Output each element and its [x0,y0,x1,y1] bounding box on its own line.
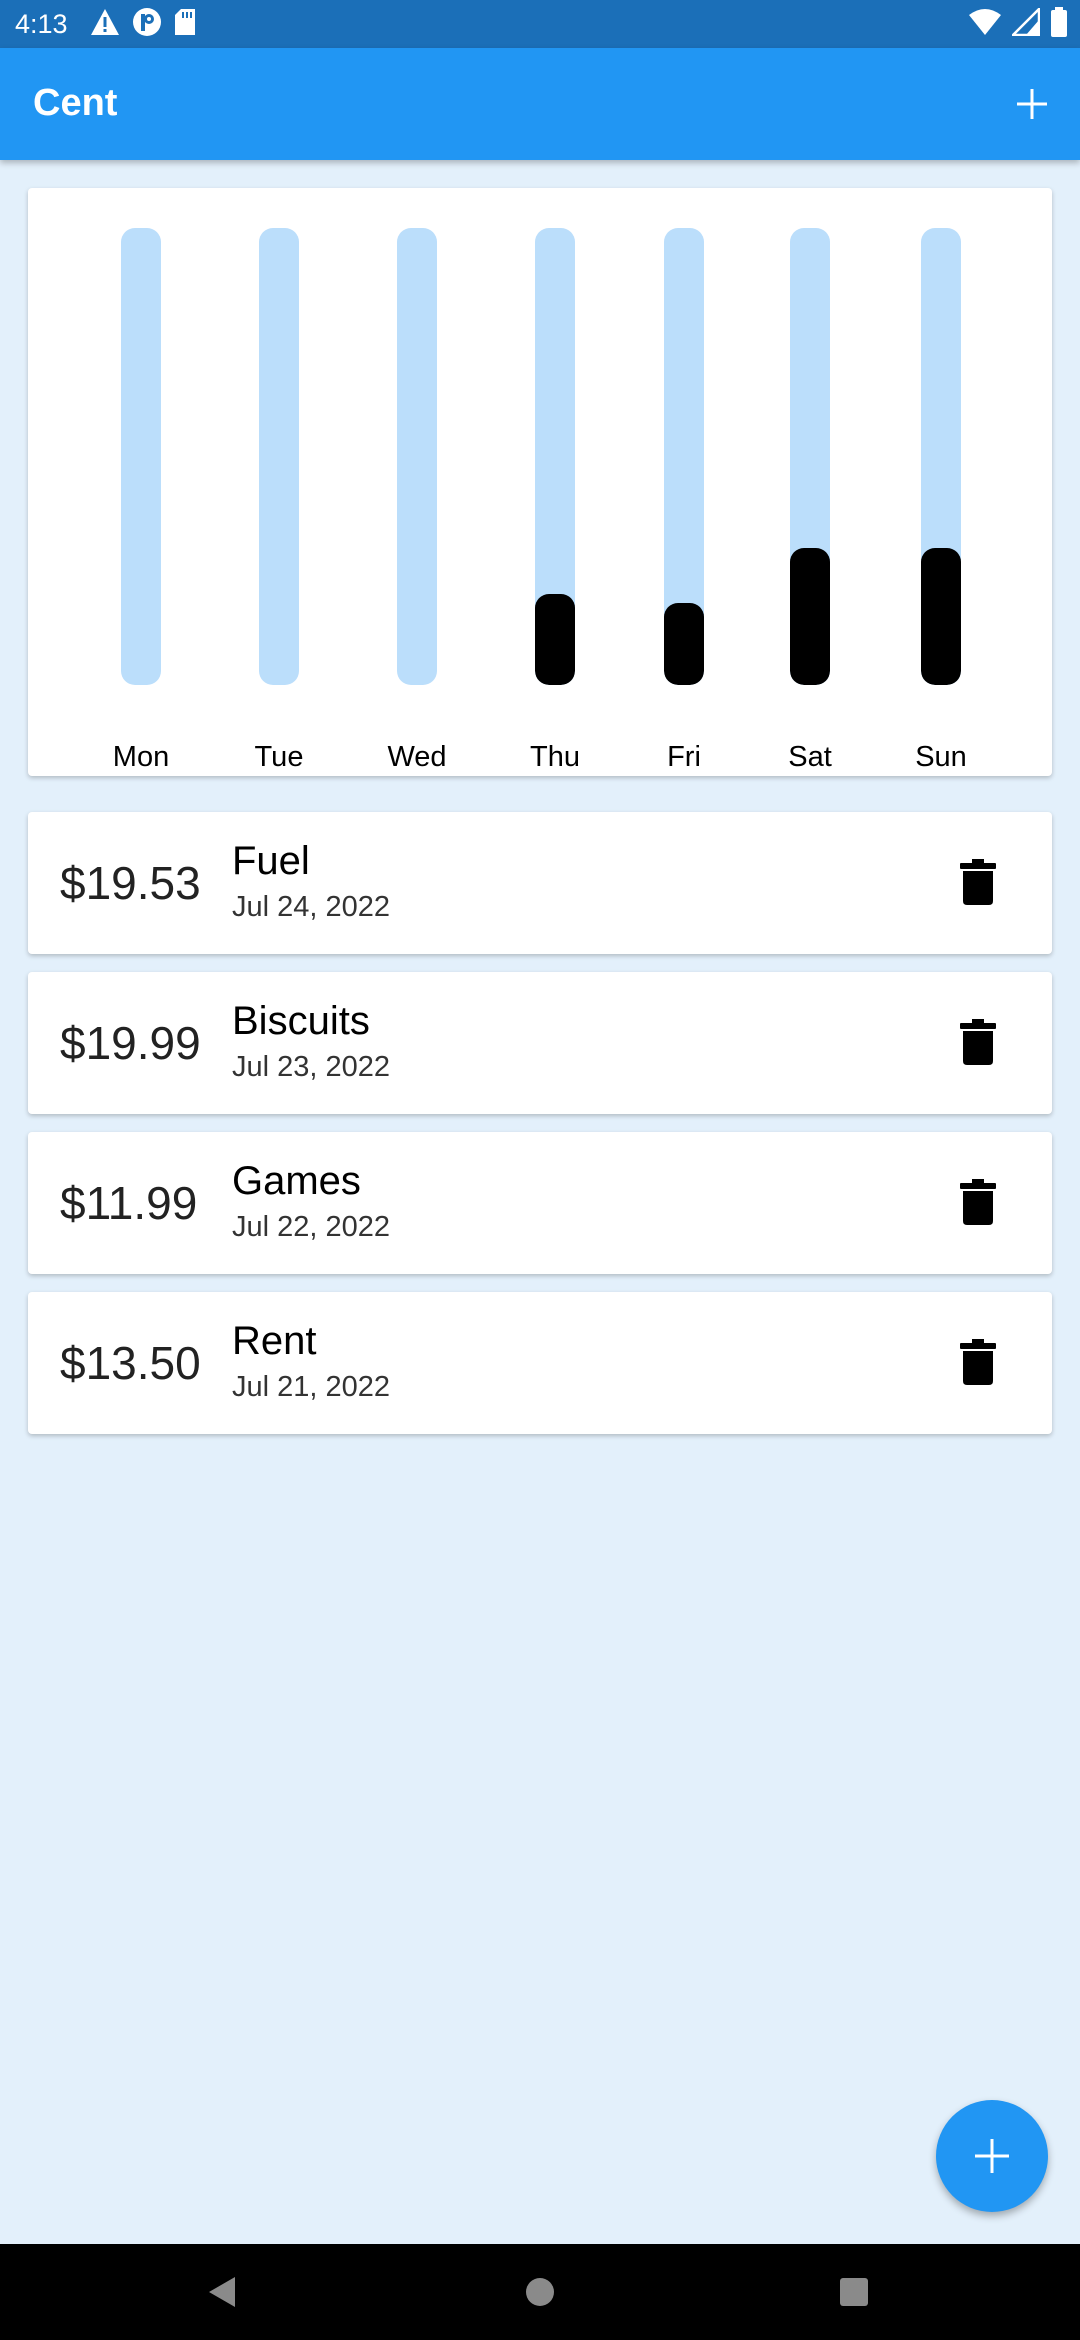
transaction-date: Jul 22, 2022 [232,1211,391,1243]
delete-transaction-button[interactable] [948,1332,1008,1392]
navigation-bar [0,2244,1080,2340]
bar-label-sun: Sun [915,741,967,773]
bar-label-thu: Thu [530,741,580,773]
status-time: 4:13 [15,9,68,39]
transaction-title: Rent [232,1319,317,1363]
transaction-date: Jul 24, 2022 [232,891,391,923]
status-icons-right [968,5,1068,41]
transaction-date: Jul 23, 2022 [232,1051,391,1083]
bar-track-tue [259,228,299,685]
back-button[interactable] [192,2262,252,2322]
bar-track-wed [397,228,437,685]
chart-column-fri: Fri [624,228,744,773]
bar-fill-fri [664,603,704,685]
transaction-card: $19.53 Fuel Jul 24, 2022 [28,812,1052,954]
bar-track-sun [921,228,961,685]
trash-icon [960,1339,996,1385]
transaction-title: Fuel [232,839,310,883]
back-icon [209,2277,235,2307]
transaction-amount: $13.50 [60,1337,201,1389]
bar-track-mon [121,228,161,685]
app-title: Cent [33,82,118,124]
warning-icon [90,8,120,41]
bar-fill-sun [921,548,961,685]
chart-column-thu: Thu [495,228,615,773]
bar-label-mon: Mon [112,741,170,773]
delete-transaction-button[interactable] [948,852,1008,912]
recents-button[interactable] [824,2262,884,2322]
chart-column-mon: Mon [81,228,201,773]
sd-card-icon [174,8,196,41]
weekly-chart-card: Mon Tue Wed Thu Fri Sat Sun [28,188,1052,776]
chart-column-sat: Sat [750,228,870,773]
bar-fill-sat [790,548,830,685]
transaction-date: Jul 21, 2022 [232,1371,391,1403]
add-icon [975,2139,1009,2173]
transaction-card: $11.99 Games Jul 22, 2022 [28,1132,1052,1274]
bar-label-wed: Wed [387,741,447,773]
transaction-amount: $11.99 [60,1177,198,1229]
bar-track-fri [664,228,704,685]
add-transaction-button[interactable] [1002,74,1062,134]
home-icon [526,2278,554,2306]
transaction-title: Biscuits [232,999,370,1043]
bar-label-tue: Tue [254,741,304,773]
transaction-card: $19.99 Biscuits Jul 23, 2022 [28,972,1052,1114]
chart-column-wed: Wed [357,228,477,773]
p-icon [132,7,162,42]
bar-track-thu [535,228,575,685]
transaction-amount: $19.99 [60,1017,201,1069]
recents-icon [840,2278,868,2306]
wifi-icon [968,8,1002,41]
bar-track-sat [790,228,830,685]
trash-icon [960,1019,996,1065]
app-bar: Cent [0,48,1080,160]
home-button[interactable] [510,2262,570,2322]
delete-transaction-button[interactable] [948,1172,1008,1232]
status-icons-left [90,7,196,41]
chart-column-sun: Sun [881,228,1001,773]
delete-transaction-button[interactable] [948,1012,1008,1072]
bar-label-fri: Fri [667,741,701,773]
add-transaction-fab[interactable] [936,2100,1048,2212]
trash-icon [960,1179,996,1225]
trash-icon [960,859,996,905]
chart-column-tue: Tue [219,228,339,773]
add-icon [1017,89,1047,119]
battery-icon [1050,6,1068,42]
bar-fill-thu [535,594,575,685]
signal-icon [1009,5,1041,41]
transaction-title: Games [232,1159,361,1203]
transaction-card: $13.50 Rent Jul 21, 2022 [28,1292,1052,1434]
transaction-amount: $19.53 [60,857,201,909]
bar-label-sat: Sat [788,741,832,773]
status-bar: 4:13 [0,0,1080,48]
